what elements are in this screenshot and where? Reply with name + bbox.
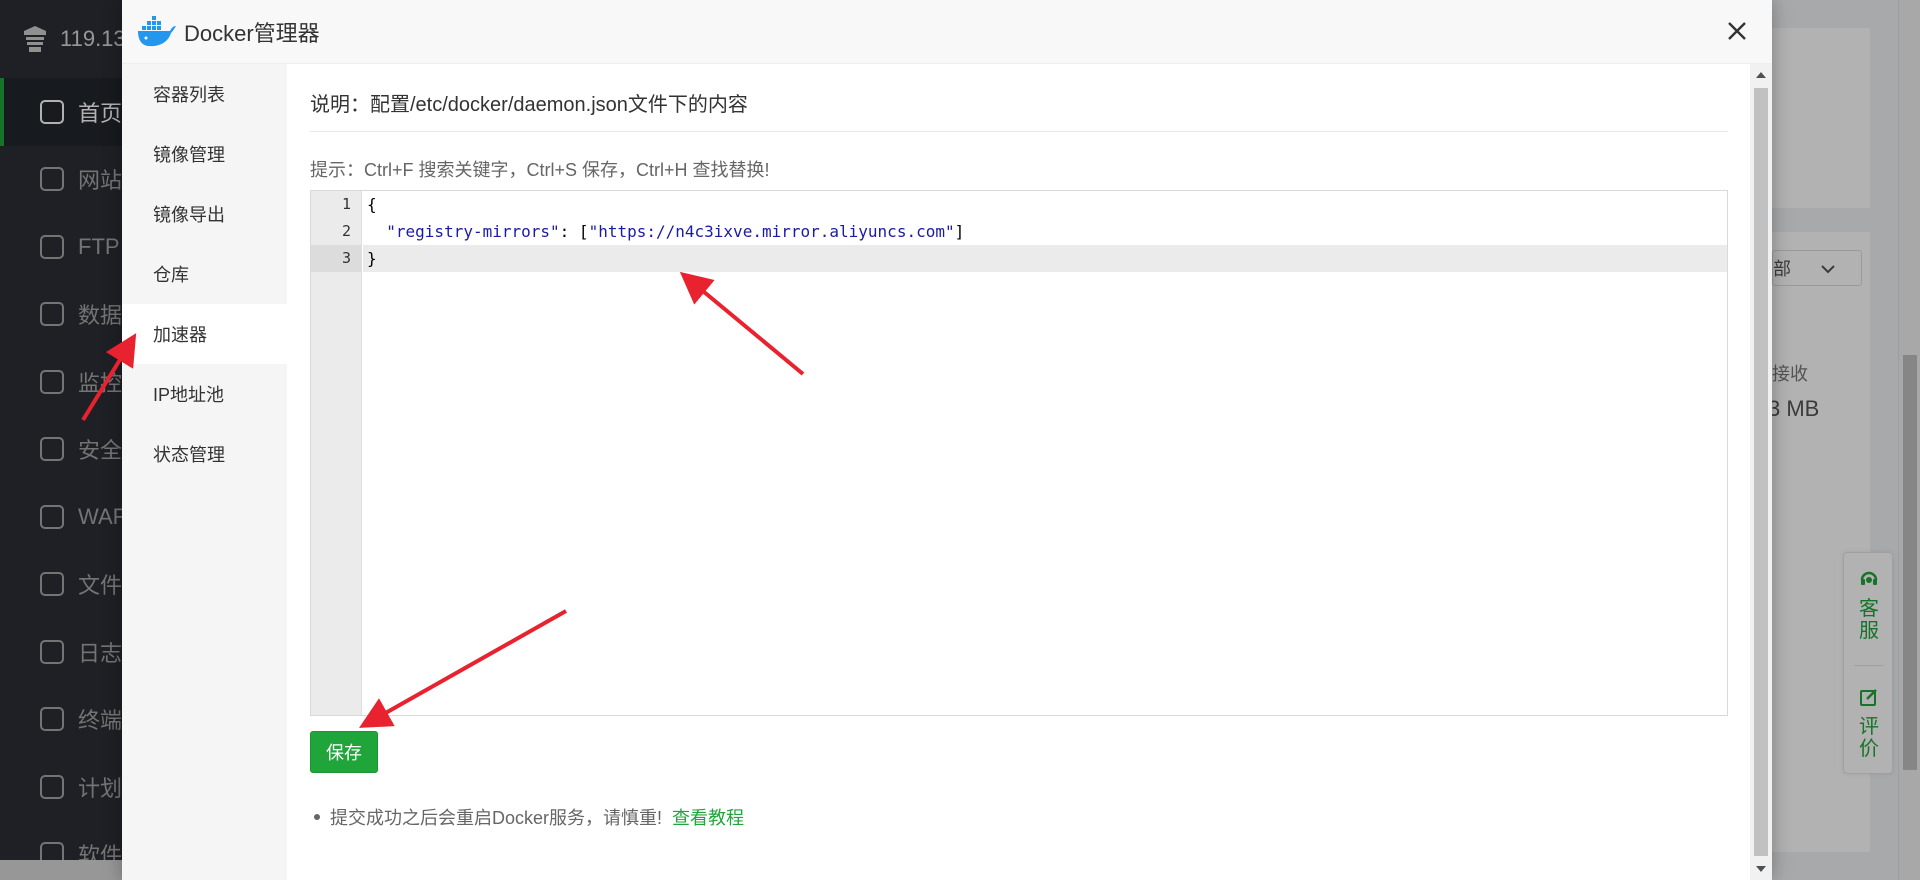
code-line: { [363, 191, 1727, 218]
code-punct: : [ [559, 222, 589, 241]
side-menu-item[interactable]: 镜像管理 [122, 124, 287, 184]
shortcut-hint: 提示：Ctrl+F 搜索关键字，Ctrl+S 保存，Ctrl+H 查找替换! [310, 160, 770, 180]
dialog-scrollbar[interactable] [1750, 64, 1772, 880]
docker-logo-icon [136, 15, 176, 49]
restart-notice: 提交成功之后会重启Docker服务，请慎重! 查看教程 [314, 804, 744, 830]
scroll-up-arrow[interactable] [1756, 72, 1766, 78]
code-key: "registry-mirrors" [386, 222, 560, 241]
code-brace: } [367, 249, 377, 268]
side-menu-item[interactable]: 状态管理 [122, 424, 287, 484]
line-number: 3 [311, 245, 361, 272]
side-menu-item[interactable]: IP地址池 [122, 364, 287, 424]
code-line: "registry-mirrors": ["https://n4c3ixve.m… [363, 218, 1727, 245]
side-menu-item[interactable]: 镜像导出 [122, 184, 287, 244]
dialog-side-menu: 容器列表 镜像管理 镜像导出 仓库 加速器 IP地址池 状态管理 [122, 64, 287, 880]
line-gutter: 1 2 3 [311, 191, 362, 715]
scrollbar-thumb[interactable] [1754, 88, 1768, 856]
save-button[interactable]: 保存 [310, 731, 378, 773]
notice-text: 提交成功之后会重启Docker服务，请慎重! [330, 808, 663, 828]
dialog-title: Docker管理器 [184, 20, 320, 46]
bullet [314, 814, 320, 820]
side-menu-item[interactable]: 容器列表 [122, 64, 287, 124]
code-punct: ] [954, 222, 965, 241]
docker-manager-dialog: Docker管理器 容器列表 镜像管理 镜像导出 仓库 加速器 IP地址池 状态管理 说明：… [122, 0, 1772, 880]
dialog-header: Docker管理器 [122, 0, 1772, 64]
side-menu-item[interactable]: 仓库 [122, 244, 287, 304]
tutorial-link[interactable]: 查看教程 [672, 804, 744, 830]
code-brace: { [367, 195, 377, 214]
close-button[interactable] [1724, 18, 1750, 44]
accelerator-panel: 说明：配置/etc/docker/daemon.json文件下的内容 提示：Ct… [287, 64, 1750, 880]
line-number: 1 [341, 195, 351, 213]
code-string: "https://n4c3ixve.mirror.aliyuncs.com" [588, 222, 955, 241]
close-icon [1728, 22, 1746, 40]
line-number: 2 [341, 222, 351, 240]
side-menu-item[interactable]: 加速器 [122, 304, 287, 364]
code-area[interactable]: { "registry-mirrors": ["https://n4c3ixve… [363, 191, 1727, 272]
daemon-json-editor[interactable]: 1 2 3 { "registry-mirrors": ["https://n4… [310, 190, 1728, 716]
code-line: } [363, 245, 1727, 272]
description-text: 说明：配置/etc/docker/daemon.json文件下的内容 [310, 88, 1728, 132]
scroll-down-arrow[interactable] [1756, 866, 1766, 872]
